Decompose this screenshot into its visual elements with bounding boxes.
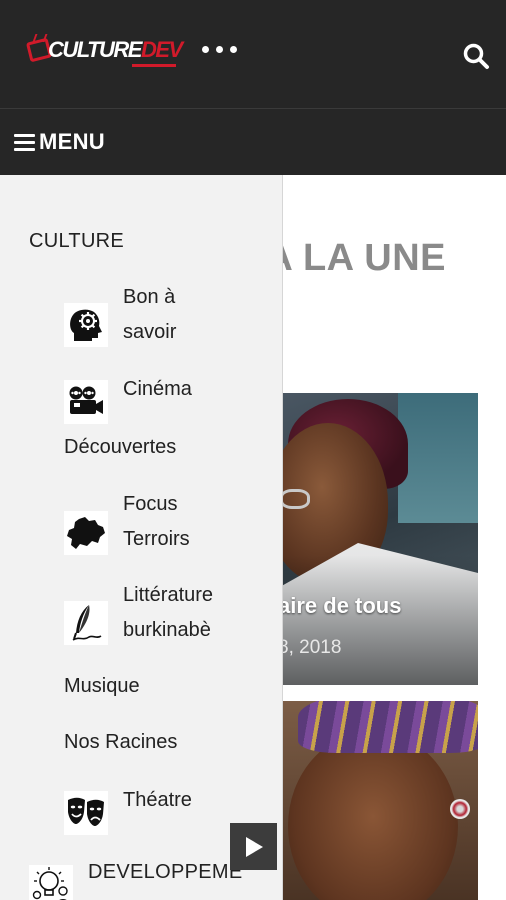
logo-text: CULTUREDEV — [48, 37, 183, 63]
quill-pen-icon — [64, 601, 108, 645]
film-camera-icon — [64, 380, 108, 424]
logo-text-left: CULTURE — [48, 37, 142, 62]
menu-item-label: burkinabè — [123, 619, 211, 641]
play-icon — [245, 836, 263, 857]
logo-text-right: DEV — [140, 37, 183, 62]
glasses-shape — [280, 489, 310, 509]
top-header: CULTUREDEV — [0, 0, 506, 108]
menu-item-label: Terroirs — [123, 528, 190, 550]
head-gear-icon — [64, 303, 108, 347]
menu-item-focus-terroirs[interactable]: Focus Terroirs — [123, 487, 190, 557]
theatre-masks-icon — [64, 791, 108, 835]
menu-item-decouvertes[interactable]: Découvertes — [64, 430, 176, 465]
menu-item-label: savoir — [123, 321, 177, 343]
menu-bar: MENU — [0, 108, 506, 175]
article-card[interactable] — [278, 701, 478, 900]
menu-button[interactable]: MENU — [14, 129, 105, 155]
lightbulb-people-icon — [29, 865, 73, 900]
burkina-map-icon — [64, 511, 108, 555]
article-date: 8, 2018 — [278, 637, 342, 658]
search-icon[interactable] — [462, 42, 490, 70]
nav-drawer: CULTURE Bon à savoir Cinéma Découvertes … — [0, 175, 283, 900]
logo-underline — [132, 64, 176, 67]
menu-item-cinema[interactable]: Cinéma — [123, 372, 192, 407]
article-title[interactable]: aire de tous — [278, 593, 478, 619]
menu-item-bon-a-savoir[interactable]: Bon à savoir — [123, 280, 176, 350]
menu-item-musique[interactable]: Musique — [64, 669, 140, 704]
play-button[interactable] — [230, 823, 277, 870]
menu-item-litterature[interactable]: Littérature burkinabè — [123, 578, 213, 648]
menu-item-label: Littérature — [123, 584, 214, 606]
more-options-icon[interactable] — [202, 46, 237, 53]
category-culture[interactable]: CULTURE — [29, 230, 124, 253]
article-card[interactable]: aire de tous 8, 2018 — [278, 393, 478, 685]
menu-item-label: Focus — [123, 493, 178, 515]
category-developpement[interactable]: DEVELOPPEME — [88, 861, 242, 884]
menu-label: MENU — [39, 129, 105, 154]
hamburger-icon — [14, 133, 35, 151]
site-logo[interactable]: CULTUREDEV — [25, 34, 183, 68]
menu-item-nos-racines[interactable]: Nos Racines — [64, 725, 177, 760]
earring-shape — [450, 799, 470, 819]
menu-item-label: Bon à — [123, 286, 176, 308]
menu-item-theatre[interactable]: Théatre — [123, 783, 192, 818]
